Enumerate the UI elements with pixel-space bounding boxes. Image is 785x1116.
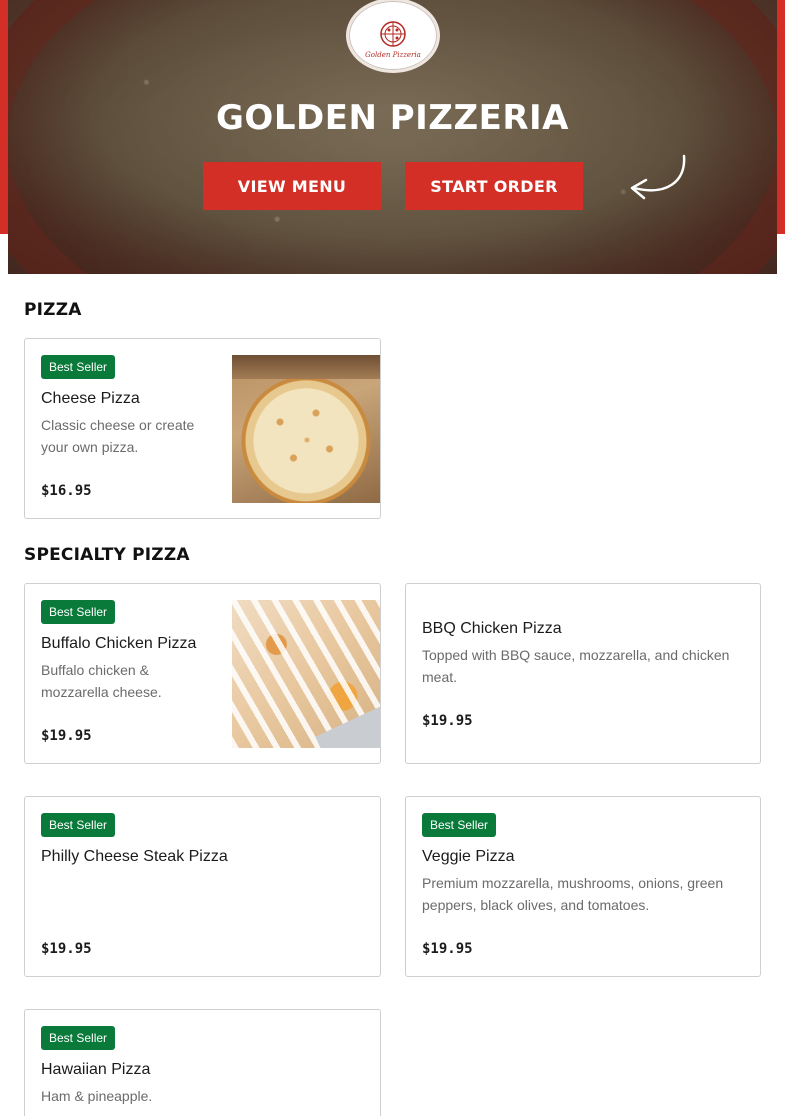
- buffalo-chicken-pizza-image: [232, 600, 380, 748]
- menu-item-philly-cheese-steak-pizza[interactable]: Best Seller Philly Cheese Steak Pizza $1…: [24, 796, 381, 977]
- item-description-line: Ham & pineapple.: [41, 1088, 153, 1104]
- item-name: Cheese Pizza: [41, 390, 140, 407]
- menu-item-cheese-pizza[interactable]: Best Seller Cheese Pizza Classic cheese …: [24, 338, 381, 519]
- item-description: Buffalo chicken & mozzarella cheese.: [41, 659, 162, 703]
- item-price: $19.95: [41, 728, 92, 744]
- section-title-pizza: PIZZA: [24, 300, 82, 320]
- start-order-button[interactable]: START ORDER: [405, 162, 583, 210]
- best-seller-badge: Best Seller: [41, 600, 116, 624]
- item-description-line: mozzarella cheese.: [41, 684, 162, 700]
- section-title-specialty-pizza: SPECIALTY PIZZA: [24, 545, 190, 565]
- best-seller-badge: Best Seller: [41, 1026, 116, 1050]
- item-name: Buffalo Chicken Pizza: [41, 635, 197, 652]
- item-description-line: Topped with BBQ sauce, mozzarella, and c…: [422, 647, 730, 663]
- view-menu-button[interactable]: VIEW MENU: [203, 162, 381, 210]
- item-description: Premium mozzarella, mushrooms, onions, g…: [422, 872, 723, 916]
- restaurant-name: GOLDEN PIZZERIA: [216, 98, 569, 138]
- item-name: Hawaiian Pizza: [41, 1061, 151, 1078]
- menu-item-buffalo-chicken-pizza[interactable]: Best Seller Buffalo Chicken Pizza Buffal…: [24, 583, 381, 764]
- curved-arrow-icon: [630, 154, 686, 200]
- best-seller-badge: Best Seller: [41, 355, 116, 379]
- item-price: $19.95: [422, 941, 473, 957]
- menu-item-hawaiian-pizza[interactable]: Best Seller Hawaiian Pizza Ham & pineapp…: [24, 1009, 381, 1116]
- item-price: $16.95: [41, 483, 92, 499]
- restaurant-logo[interactable]: Golden Pizzeria: [346, 0, 440, 73]
- item-description-line: Premium mozzarella, mushrooms, onions, g…: [422, 875, 724, 891]
- item-description-line: Classic cheese or create: [41, 417, 195, 433]
- item-price: $19.95: [422, 713, 473, 729]
- item-description-line: meat.: [422, 669, 458, 685]
- item-description-line: Buffalo chicken &: [41, 662, 149, 678]
- best-seller-badge: Best Seller: [422, 813, 497, 837]
- cheese-pizza-image: [232, 355, 380, 503]
- item-description: Classic cheese or create your own pizza.: [41, 414, 194, 458]
- item-description-line: peppers, black olives, and tomatoes.: [422, 897, 650, 913]
- item-name: BBQ Chicken Pizza: [422, 620, 562, 637]
- item-name: Veggie Pizza: [422, 848, 515, 865]
- logo-text: Golden Pizzeria: [365, 50, 421, 59]
- item-description: Ham & pineapple.: [41, 1085, 152, 1107]
- menu-item-bbq-chicken-pizza[interactable]: BBQ Chicken Pizza Topped with BBQ sauce,…: [405, 583, 761, 764]
- menu-item-veggie-pizza[interactable]: Best Seller Veggie Pizza Premium mozzare…: [405, 796, 761, 977]
- item-description-line: your own pizza.: [41, 439, 139, 455]
- best-seller-badge: Best Seller: [41, 813, 116, 837]
- item-name: Philly Cheese Steak Pizza: [41, 848, 228, 865]
- item-description: Topped with BBQ sauce, mozzarella, and c…: [422, 644, 729, 688]
- pizza-logo-icon: [380, 20, 406, 47]
- item-price: $19.95: [41, 941, 92, 957]
